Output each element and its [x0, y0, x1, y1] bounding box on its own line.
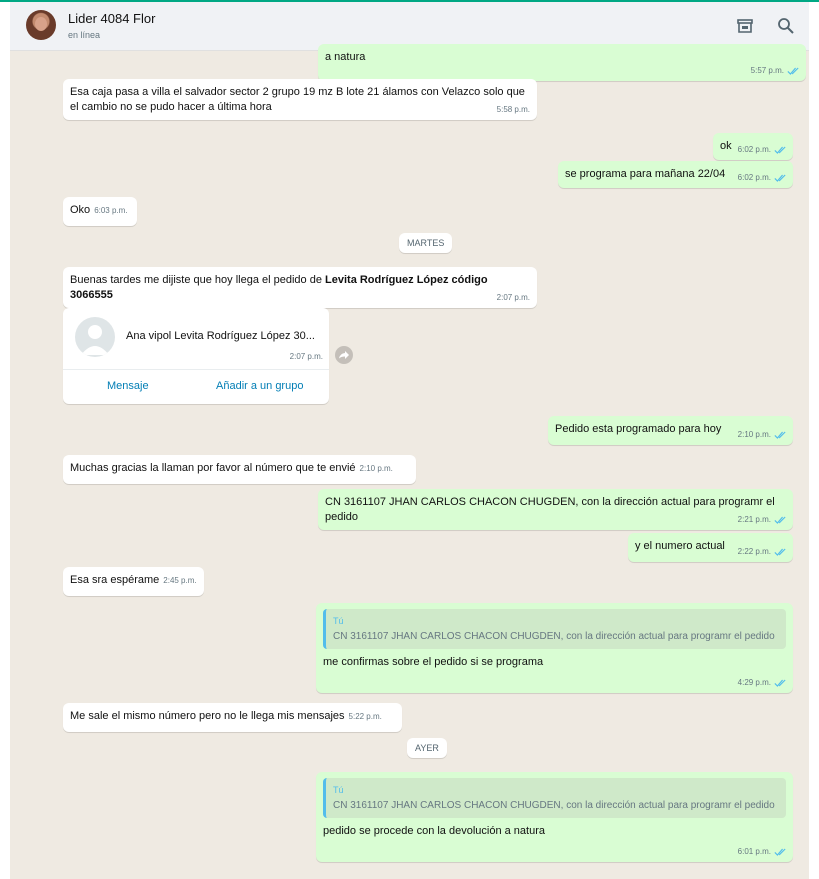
message-time: 6:01 p.m. — [737, 847, 771, 856]
message-outgoing-reply[interactable]: Tú CN 3161107 JHAN CARLOS CHACON CHUGDEN… — [316, 603, 793, 693]
message-list[interactable]: a natura 5:57 p.m. Esa caja pasa a villa… — [10, 44, 809, 879]
message-outgoing[interactable]: y el numero actual 2:22 p.m. — [628, 533, 793, 562]
message-text: Buenas tardes me dijiste que hoy llega e… — [70, 274, 326, 286]
contact-card-name: Ana vipol Levita Rodríguez López 30... — [126, 330, 315, 342]
contact-avatar[interactable] — [26, 10, 56, 40]
double-check-icon — [774, 679, 786, 687]
message-time: 5:22 p.m. — [348, 712, 382, 721]
message-time: 2:07 p.m. — [496, 293, 530, 302]
message-text: Esa sra espérame — [70, 574, 160, 586]
message-text: Me sale el mismo número pero no le llega… — [70, 710, 345, 722]
message-text: Esa caja pasa a villa el salvador sector… — [70, 86, 525, 113]
quoted-text: CN 3161107 JHAN CARLOS CHACON CHUGDEN, c… — [333, 800, 775, 811]
message-text: a natura — [325, 51, 366, 63]
double-check-icon — [774, 431, 786, 439]
message-outgoing[interactable]: se programa para mañana 22/04 6:02 p.m. — [558, 161, 793, 188]
message-contact-button[interactable]: Mensaje — [107, 380, 149, 392]
date-separator: MARTES — [399, 233, 453, 253]
message-time: 2:10 p.m. — [359, 464, 393, 473]
message-outgoing[interactable]: CN 3161107 JHAN CARLOS CHACON CHUGDEN, c… — [318, 489, 793, 530]
message-time: 2:21 p.m. — [737, 515, 771, 524]
contact-name[interactable]: Lider 4084 Flor — [68, 11, 155, 26]
message-time: 5:58 p.m. — [496, 105, 530, 114]
store-icon[interactable] — [735, 16, 755, 36]
double-check-icon — [774, 848, 786, 856]
message-incoming[interactable]: Me sale el mismo número pero no le llega… — [63, 703, 402, 732]
add-to-group-button[interactable]: Añadir a un grupo — [216, 380, 303, 392]
message-text: y el numero actual — [635, 540, 725, 552]
double-check-icon — [774, 548, 786, 556]
double-check-icon — [774, 146, 786, 154]
message-time: 4:29 p.m. — [737, 678, 771, 687]
message-text: me confirmas sobre el pedido si se progr… — [323, 656, 544, 668]
message-time: 6:02 p.m. — [737, 145, 771, 154]
date-separator: AYER — [407, 738, 447, 758]
message-incoming[interactable]: Esa sra espérame 2:45 p.m. — [63, 567, 204, 596]
message-text: pedido se procede con la devolución a na… — [323, 825, 545, 837]
message-outgoing[interactable]: a natura 5:57 p.m. — [318, 44, 806, 81]
message-time: 2:45 p.m. — [163, 576, 197, 585]
message-incoming[interactable]: Oko 6:03 p.m. — [63, 197, 137, 226]
contact-status: en línea — [68, 30, 101, 40]
message-text: se programa para mañana 22/04 — [565, 168, 726, 180]
avatar-face — [35, 17, 47, 31]
double-check-icon — [774, 516, 786, 524]
message-text: ok — [720, 140, 732, 152]
message-time: 6:02 p.m. — [737, 173, 771, 182]
message-time: 2:10 p.m. — [737, 430, 771, 439]
message-incoming[interactable]: Esa caja pasa a villa el salvador sector… — [63, 79, 537, 120]
message-text: Oko — [70, 204, 91, 216]
quoted-author: Tú — [333, 785, 344, 795]
search-icon[interactable] — [776, 16, 796, 36]
double-check-icon — [787, 67, 799, 75]
message-outgoing[interactable]: Pedido esta programado para hoy 2:10 p.m… — [548, 416, 793, 445]
quoted-author: Tú — [333, 616, 344, 626]
message-text: Muchas gracias la llaman por favor al nú… — [70, 462, 356, 474]
message-time: 2:22 p.m. — [737, 547, 771, 556]
message-time: 2:07 p.m. — [289, 352, 323, 361]
message-time: 5:57 p.m. — [750, 66, 784, 75]
contact-card-message[interactable]: Ana vipol Levita Rodríguez López 30... 2… — [63, 308, 329, 404]
forward-icon[interactable] — [335, 346, 353, 364]
contact-card-actions: Mensaje Añadir a un grupo — [63, 369, 329, 405]
quoted-message[interactable]: Tú CN 3161107 JHAN CARLOS CHACON CHUGDEN… — [323, 609, 786, 649]
contact-default-avatar-icon — [75, 317, 115, 357]
quoted-text: CN 3161107 JHAN CARLOS CHACON CHUGDEN, c… — [333, 631, 775, 642]
message-time: 6:03 p.m. — [94, 206, 128, 215]
chat-window: Lider 4084 Flor en línea a natura 5:57 p… — [10, 2, 809, 879]
message-incoming[interactable]: Muchas gracias la llaman por favor al nú… — [63, 455, 416, 484]
message-text: Pedido esta programado para hoy — [555, 423, 722, 435]
quoted-message[interactable]: Tú CN 3161107 JHAN CARLOS CHACON CHUGDEN… — [323, 778, 786, 818]
message-outgoing-reply[interactable]: Tú CN 3161107 JHAN CARLOS CHACON CHUGDEN… — [316, 772, 793, 862]
message-incoming[interactable]: Buenas tardes me dijiste que hoy llega e… — [63, 267, 537, 308]
double-check-icon — [774, 174, 786, 182]
message-text: CN 3161107 JHAN CARLOS CHACON CHUGDEN, c… — [325, 496, 775, 523]
message-outgoing[interactable]: ok 6:02 p.m. — [713, 133, 793, 160]
